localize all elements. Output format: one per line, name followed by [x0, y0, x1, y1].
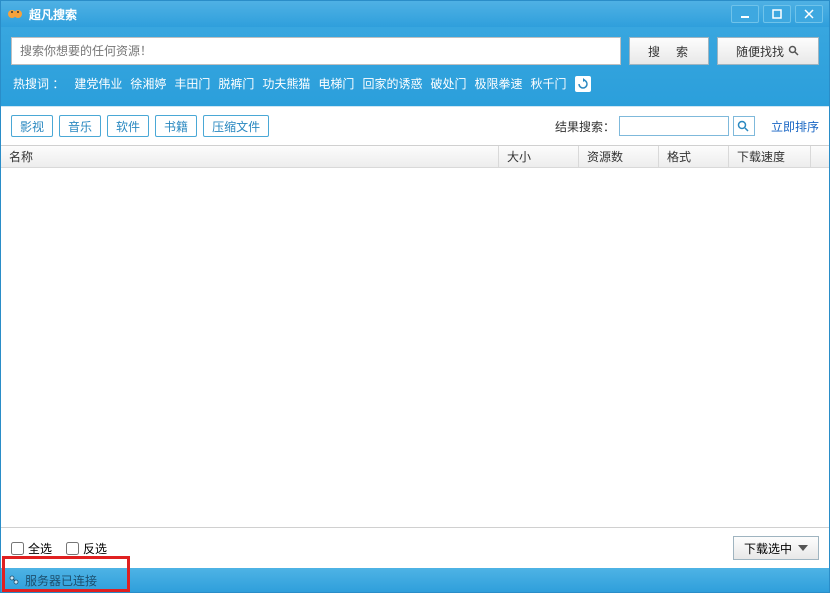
statusbar: 服务器已连接 [1, 568, 829, 592]
col-size[interactable]: 大小 [499, 146, 579, 167]
col-speed[interactable]: 下载速度 [729, 146, 811, 167]
random-find-button[interactable]: 随便找找 [717, 37, 819, 65]
col-format[interactable]: 格式 [659, 146, 729, 167]
download-selected-button[interactable]: 下载选中 [733, 536, 819, 560]
result-search-label: 结果搜索： [555, 118, 615, 135]
category-software[interactable]: 软件 [107, 115, 149, 137]
random-find-label: 随便找找 [736, 43, 784, 60]
result-search-button[interactable] [733, 116, 755, 136]
category-music[interactable]: 音乐 [59, 115, 101, 137]
col-scrollbar-spacer [811, 146, 829, 167]
col-resources[interactable]: 资源数 [579, 146, 659, 167]
category-book[interactable]: 书籍 [155, 115, 197, 137]
window-controls [731, 5, 823, 23]
connection-icon [7, 573, 21, 587]
hotword-link[interactable]: 回家的诱惑 [360, 75, 424, 92]
minimize-button[interactable] [731, 5, 759, 23]
results-table: 名称 大小 资源数 格式 下载速度 [1, 145, 829, 527]
search-area: 搜 索 随便找找 热搜词 ： 建党伟业 徐湘婷 丰田门 脱裤门 功夫熊猫 电梯门… [1, 27, 829, 106]
app-window: 超凡搜索 搜 索 随便找找 热搜词 ： 建党伟业 徐湘婷 丰田门 脱裤门 功夫熊… [0, 0, 830, 593]
app-title: 超凡搜索 [29, 6, 77, 23]
hotwords-label: 热搜词 ： [13, 75, 64, 92]
category-video[interactable]: 影视 [11, 115, 53, 137]
app-icon [7, 6, 23, 22]
status-text: 服务器已连接 [25, 572, 97, 589]
hotword-link[interactable]: 极限拳速 [472, 75, 524, 92]
table-body[interactable] [1, 168, 829, 527]
hotwords-row: 热搜词 ： 建党伟业 徐湘婷 丰田门 脱裤门 功夫熊猫 电梯门 回家的诱惑 破处… [11, 73, 819, 98]
hotword-link[interactable]: 丰田门 [172, 75, 212, 92]
select-all-label: 全选 [28, 540, 52, 557]
refresh-hotwords-icon[interactable] [575, 76, 591, 92]
hotword-link[interactable]: 电梯门 [316, 75, 356, 92]
bottom-panel: 全选 反选 下载选中 [1, 527, 829, 568]
download-selected-label: 下载选中 [744, 540, 792, 557]
select-all-checkbox[interactable]: 全选 [11, 540, 52, 557]
hotword-link[interactable]: 功夫熊猫 [260, 75, 312, 92]
category-archive[interactable]: 压缩文件 [203, 115, 269, 137]
result-search-group: 结果搜索： 立即排序 [555, 116, 819, 136]
hotword-link[interactable]: 徐湘婷 [128, 75, 168, 92]
maximize-button[interactable] [763, 5, 791, 23]
hotword-link[interactable]: 破处门 [428, 75, 468, 92]
select-all-input[interactable] [11, 542, 24, 555]
col-name[interactable]: 名称 [1, 146, 499, 167]
search-button[interactable]: 搜 索 [629, 37, 709, 65]
titlebar: 超凡搜索 [1, 1, 829, 27]
hotword-link[interactable]: 秋千门 [528, 75, 568, 92]
category-toolbar: 影视 音乐 软件 书籍 压缩文件 结果搜索： 立即排序 [1, 106, 829, 145]
invert-label: 反选 [83, 540, 107, 557]
hotword-link[interactable]: 建党伟业 [72, 75, 124, 92]
invert-input[interactable] [66, 542, 79, 555]
search-input[interactable] [11, 37, 621, 65]
invert-selection-checkbox[interactable]: 反选 [66, 540, 107, 557]
hotword-link[interactable]: 脱裤门 [216, 75, 256, 92]
table-header: 名称 大小 资源数 格式 下载速度 [1, 146, 829, 168]
close-button[interactable] [795, 5, 823, 23]
sort-link[interactable]: 立即排序 [771, 118, 819, 135]
dropdown-icon [798, 543, 808, 553]
result-search-input[interactable] [619, 116, 729, 136]
